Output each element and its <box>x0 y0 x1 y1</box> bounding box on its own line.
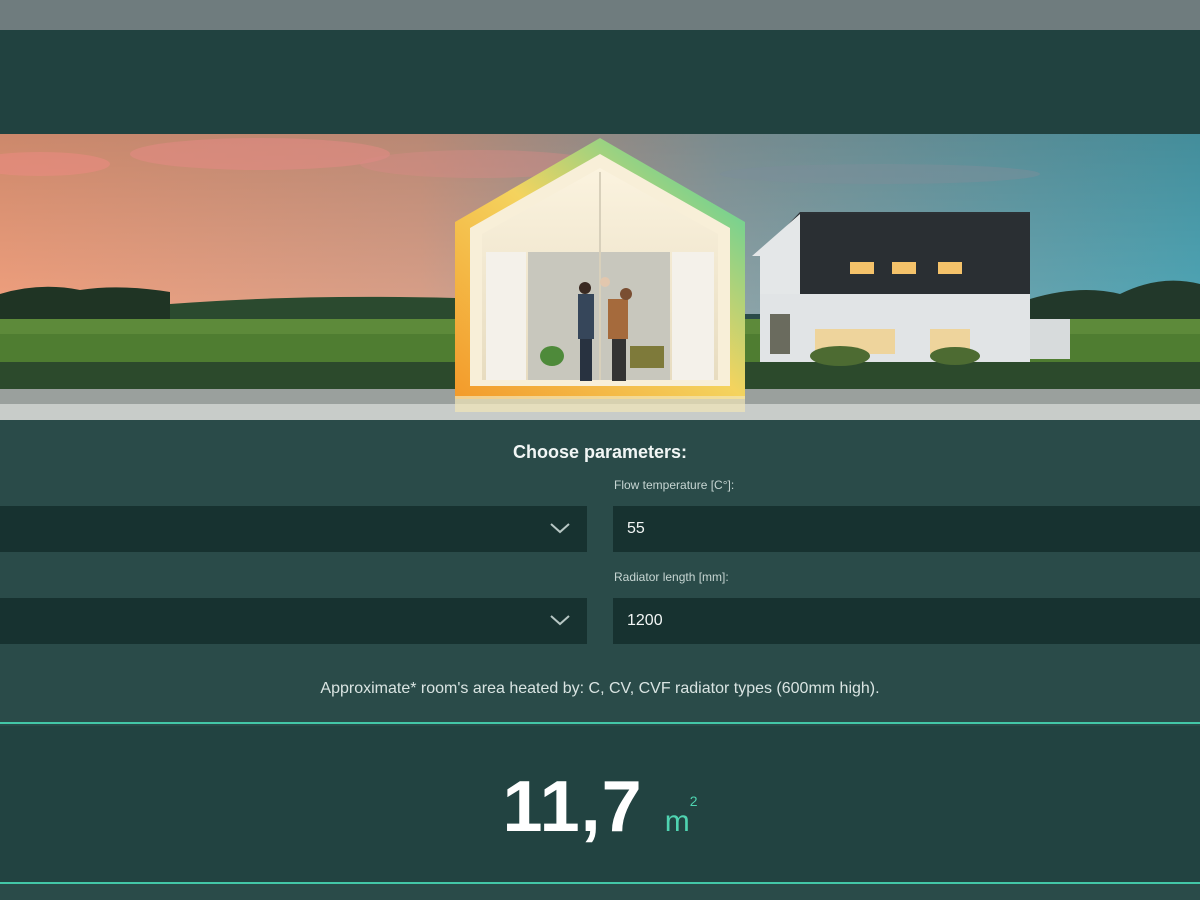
radiator-length-label: Radiator length [mm]: <box>614 570 729 584</box>
params-title: Choose parameters: <box>512 442 688 462</box>
radiator-length-input[interactable]: 1200 <box>613 598 1200 644</box>
result-readout: 11,7 m2 <box>0 766 1200 848</box>
result-unit-exponent: 2 <box>689 793 698 809</box>
hero-illustration <box>0 134 1200 420</box>
result-panel: 11,7 m2 <box>0 726 1200 882</box>
result-divider-top <box>0 722 1200 724</box>
hero-banner <box>0 134 1200 420</box>
chevron-down-icon <box>550 523 570 534</box>
left-select-2[interactable] <box>0 598 587 644</box>
result-unit: m2 <box>664 793 698 838</box>
result-value: 11,7 <box>502 767 643 847</box>
left-select-1[interactable] <box>0 506 587 552</box>
top-strip <box>0 0 1200 30</box>
area-note: Approximate* room's area heated by: C, C… <box>320 680 880 697</box>
header-bar <box>0 30 1200 140</box>
chevron-down-icon <box>550 615 570 626</box>
flow-temperature-value: 55 <box>627 520 645 537</box>
flow-temperature-label: Flow temperature [C°]: <box>614 478 735 492</box>
radiator-length-value: 1200 <box>627 612 663 629</box>
flow-temperature-input[interactable]: 55 <box>613 506 1200 552</box>
result-divider-bottom <box>0 882 1200 884</box>
result-unit-base: m <box>664 805 690 838</box>
